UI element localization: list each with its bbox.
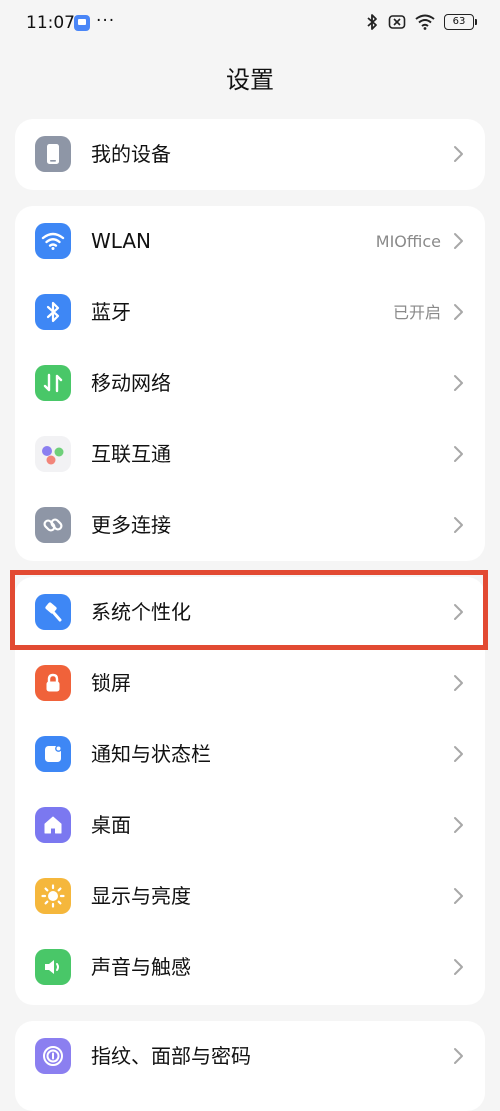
settings-row-label: 更多连接	[91, 513, 171, 537]
interconnect-icon	[35, 436, 71, 472]
settings-row-notifications[interactable]: 通知与状态栏	[15, 719, 485, 790]
settings-group-device: 我的设备	[15, 119, 485, 190]
chevron-right-icon	[454, 375, 463, 391]
speaker-icon	[35, 949, 71, 985]
settings-row-personalization[interactable]: 系统个性化	[15, 577, 485, 648]
chevron-right-icon	[454, 304, 463, 320]
phone-icon	[35, 136, 71, 172]
wifi-status-icon	[415, 14, 435, 30]
settings-group-connectivity: WLAN MIOffice 蓝牙 已开启 移动网络 互联互通 更多连接	[15, 206, 485, 561]
sun-icon	[35, 878, 71, 914]
settings-row-label: 锁屏	[91, 671, 131, 695]
bluetooth-status-icon	[367, 14, 377, 30]
silent-status-icon	[388, 15, 406, 29]
lock-icon	[35, 665, 71, 701]
settings-row-label: 我的设备	[91, 142, 171, 166]
theme-brush-icon	[35, 594, 71, 630]
settings-row-wlan[interactable]: WLAN MIOffice	[15, 206, 485, 277]
settings-row-home-screen[interactable]: 桌面	[15, 790, 485, 861]
chevron-right-icon	[454, 1048, 463, 1064]
chevron-right-icon	[454, 604, 463, 620]
settings-group-personalization: 系统个性化 锁屏 通知与状态栏 桌面 显示与亮度 声音与触感	[15, 577, 485, 1005]
chevron-right-icon	[454, 959, 463, 975]
settings-row-value: 已开启	[392, 303, 441, 322]
mobile-data-icon	[35, 365, 71, 401]
link-icon	[35, 507, 71, 543]
chevron-right-icon	[454, 746, 463, 762]
settings-row-label: 移动网络	[91, 371, 171, 395]
chevron-right-icon	[454, 817, 463, 833]
chevron-right-icon	[454, 446, 463, 462]
page-title: 设置	[226, 66, 274, 94]
chevron-right-icon	[454, 146, 463, 162]
settings-row-label: WLAN	[91, 229, 152, 253]
status-time: 11:07	[26, 13, 75, 33]
settings-row-label: 蓝牙	[91, 300, 131, 324]
settings-row-label: 显示与亮度	[91, 884, 191, 908]
chevron-right-icon	[454, 233, 463, 249]
more-notifications-icon: ···	[96, 11, 116, 31]
settings-row-display[interactable]: 显示与亮度	[15, 861, 485, 932]
notification-icon	[35, 736, 71, 772]
settings-row-label: 系统个性化	[91, 600, 191, 624]
settings-row-label: 指纹、面部与密码	[91, 1044, 251, 1068]
chevron-right-icon	[454, 888, 463, 904]
settings-row-lock-screen[interactable]: 锁屏	[15, 648, 485, 719]
settings-row-label: 通知与状态栏	[91, 742, 211, 766]
status-bar: 11:07 ··· 63	[0, 0, 500, 46]
settings-row-more-connections[interactable]: 更多连接	[15, 490, 485, 561]
settings-row-my-device[interactable]: 我的设备	[15, 119, 485, 190]
settings-row-label: 互联互通	[91, 442, 171, 466]
settings-row-label: 声音与触感	[91, 955, 191, 979]
settings-row-sound[interactable]: 声音与触感	[15, 932, 485, 1003]
settings-row-fingerprint[interactable]: 指纹、面部与密码	[15, 1021, 485, 1092]
wifi-icon	[35, 223, 71, 259]
chevron-right-icon	[454, 517, 463, 533]
settings-row-bluetooth[interactable]: 蓝牙 已开启	[15, 277, 485, 348]
chevron-right-icon	[454, 675, 463, 691]
status-icons: 63	[365, 13, 477, 31]
home-icon	[35, 807, 71, 843]
settings-row-value: MIOffice	[375, 232, 441, 251]
battery-icon: 63	[444, 14, 477, 30]
settings-row-label: 桌面	[91, 813, 131, 837]
bluetooth-icon	[35, 294, 71, 330]
app-notification-icon	[74, 15, 90, 31]
settings-row-interconnect[interactable]: 互联互通	[15, 419, 485, 490]
fingerprint-icon	[35, 1038, 71, 1074]
settings-row-mobile-network[interactable]: 移动网络	[15, 348, 485, 419]
